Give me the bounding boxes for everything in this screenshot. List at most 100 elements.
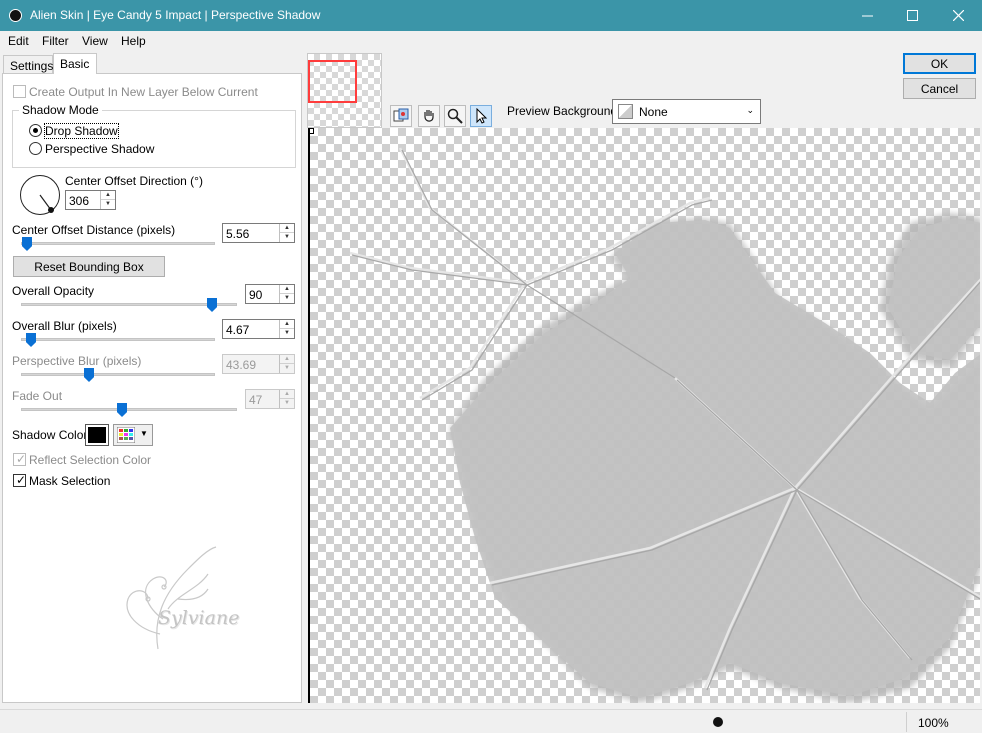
- compare-icon: [393, 108, 409, 122]
- menu-view[interactable]: View: [82, 34, 108, 48]
- direction-stepper[interactable]: 306 ▲ ▼: [65, 190, 116, 210]
- reset-bounding-box-button[interactable]: Reset Bounding Box: [13, 256, 165, 277]
- fade-out-slider[interactable]: [21, 408, 237, 411]
- status-indicator-icon: [713, 717, 723, 727]
- spin-up-icon[interactable]: ▲: [101, 191, 115, 200]
- mask-selection-label: Mask Selection: [29, 474, 111, 488]
- overall-opacity-label: Overall Opacity: [12, 284, 95, 298]
- direction-label: Center Offset Direction (°): [65, 174, 203, 188]
- perspective-shadow-label[interactable]: Perspective Shadow: [45, 142, 154, 156]
- spin-down-icon[interactable]: ▼: [101, 200, 115, 209]
- fade-out-label: Fade Out: [12, 389, 63, 403]
- perspective-blur-slider[interactable]: [21, 373, 215, 376]
- minimize-icon: [861, 15, 873, 17]
- drop-shadow-radio[interactable]: [29, 124, 42, 137]
- reflect-selection-checkbox[interactable]: ✓: [13, 452, 26, 466]
- ok-button[interactable]: OK: [903, 53, 976, 74]
- tab-settings[interactable]: Settings: [3, 55, 53, 74]
- transparency-swatch-icon: [618, 104, 633, 119]
- preview-background-value: None: [639, 105, 668, 119]
- menu-filter[interactable]: Filter: [42, 34, 69, 48]
- direction-dial-needle: [39, 194, 54, 213]
- hand-icon: [424, 110, 434, 122]
- zoom-level: 100%: [918, 716, 949, 730]
- overall-blur-thumb[interactable]: [26, 333, 36, 347]
- offset-distance-stepper[interactable]: 5.56 ▲ ▼: [222, 223, 295, 243]
- overall-blur-value: 4.67: [226, 323, 250, 337]
- menu-edit[interactable]: Edit: [8, 34, 29, 48]
- menu-bar: Edit Filter View Help: [0, 31, 982, 51]
- spin-up-icon[interactable]: ▲: [280, 390, 294, 399]
- shadow-color-swatch[interactable]: [85, 424, 109, 446]
- title-bar: Alien Skin | Eye Candy 5 Impact | Perspe…: [0, 0, 982, 31]
- maximize-button[interactable]: [889, 0, 935, 31]
- drop-shadow-label[interactable]: Drop Shadow: [44, 123, 119, 139]
- spin-down-icon[interactable]: ▼: [280, 294, 294, 303]
- zoom-icon: [447, 108, 463, 124]
- direction-value: 306: [69, 194, 90, 208]
- overall-blur-label: Overall Blur (pixels): [12, 319, 117, 333]
- spin-down-icon[interactable]: ▼: [280, 329, 294, 338]
- preview-tool-compare[interactable]: [390, 105, 412, 127]
- spin-up-icon[interactable]: ▲: [280, 285, 294, 294]
- basic-settings-panel: Create Output In New Layer Below Current…: [2, 73, 302, 703]
- status-separator: [906, 712, 907, 732]
- navigator-thumbnail[interactable]: [307, 53, 382, 128]
- pointer-icon: [476, 108, 488, 124]
- spin-up-icon[interactable]: ▲: [280, 224, 294, 233]
- offset-distance-label: Center Offset Distance (pixels): [12, 223, 176, 237]
- perspective-blur-stepper[interactable]: 43.69 ▲ ▼: [222, 354, 295, 374]
- leaf-shadow-preview: [349, 147, 980, 703]
- chevron-down-icon: ⌄: [746, 105, 754, 115]
- chevron-down-icon: ▼: [140, 429, 148, 438]
- status-bar: 100%: [0, 709, 982, 733]
- watermark-logo: [126, 546, 217, 650]
- menu-help[interactable]: Help: [121, 34, 146, 48]
- fade-out-stepper[interactable]: 47 ▲ ▼: [245, 389, 295, 409]
- cancel-button[interactable]: Cancel: [903, 78, 976, 99]
- create-output-checkbox[interactable]: [13, 85, 26, 98]
- overall-opacity-thumb[interactable]: [207, 298, 217, 312]
- preview-background-label: Preview Background:: [507, 104, 621, 118]
- preview-background-select[interactable]: None ⌄: [612, 99, 761, 124]
- mask-selection-checkbox[interactable]: ✓: [13, 473, 26, 487]
- close-icon: [952, 10, 964, 21]
- palette-icon: [117, 427, 135, 443]
- tab-basic[interactable]: Basic: [53, 53, 97, 74]
- minimize-button[interactable]: [844, 0, 890, 31]
- shadow-mode-group: [12, 110, 296, 168]
- shadow-color-label: Shadow Color: [12, 428, 88, 442]
- maximize-icon: [906, 10, 918, 21]
- spin-down-icon[interactable]: ▼: [280, 364, 294, 373]
- perspective-shadow-radio[interactable]: [29, 142, 42, 155]
- preview-tool-hand[interactable]: [418, 105, 440, 127]
- window-title: Alien Skin | Eye Candy 5 Impact | Perspe…: [30, 8, 321, 22]
- shadow-mode-title: Shadow Mode: [19, 103, 102, 117]
- fade-out-thumb[interactable]: [117, 403, 127, 417]
- direction-dial[interactable]: [20, 175, 60, 215]
- spin-up-icon[interactable]: ▲: [280, 320, 294, 329]
- app-icon: [9, 9, 22, 22]
- perspective-blur-value: 43.69: [226, 358, 257, 372]
- spin-down-icon[interactable]: ▼: [280, 233, 294, 242]
- offset-distance-slider[interactable]: [21, 242, 215, 245]
- bounding-box-handle[interactable]: [310, 128, 314, 134]
- preview-tool-select[interactable]: [470, 105, 492, 127]
- overall-blur-stepper[interactable]: 4.67 ▲ ▼: [222, 319, 295, 339]
- overall-blur-slider[interactable]: [21, 338, 215, 341]
- close-button[interactable]: [935, 0, 981, 31]
- watermark-text: Sylviane: [158, 607, 240, 629]
- offset-distance-value: 5.56: [226, 227, 250, 241]
- color-palette-button[interactable]: ▼: [113, 424, 153, 446]
- create-output-label: Create Output In New Layer Below Current: [29, 85, 258, 99]
- spin-up-icon[interactable]: ▲: [280, 355, 294, 364]
- overall-opacity-slider[interactable]: [21, 303, 237, 306]
- perspective-blur-thumb[interactable]: [84, 368, 94, 382]
- spin-down-icon[interactable]: ▼: [280, 399, 294, 408]
- preview-tool-zoom[interactable]: [444, 105, 466, 127]
- offset-distance-thumb[interactable]: [22, 237, 32, 251]
- preview-canvas[interactable]: [308, 128, 980, 703]
- overall-opacity-stepper[interactable]: 90 ▲ ▼: [245, 284, 295, 304]
- navigator-view-rect[interactable]: [308, 60, 357, 103]
- overall-opacity-value: 90: [249, 288, 263, 302]
